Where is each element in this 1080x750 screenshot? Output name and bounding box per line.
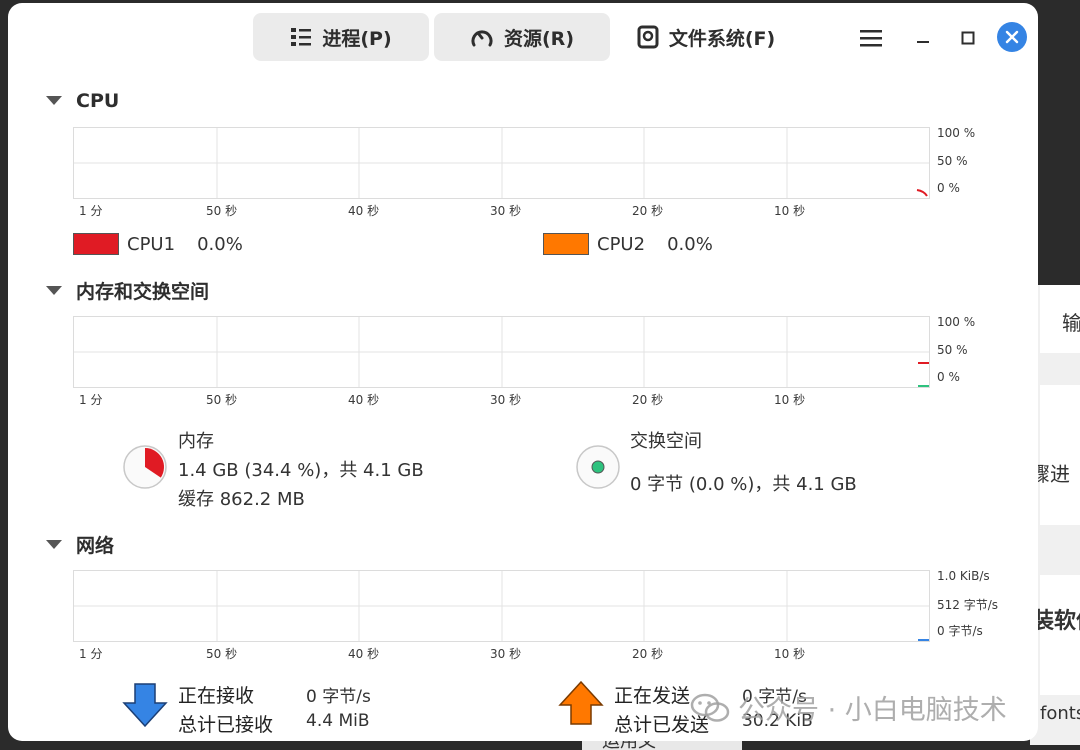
- x-tick: 20 秒: [632, 647, 664, 661]
- x-tick: 10 秒: [774, 204, 806, 218]
- swap-info: 交换空间 0 字节 (0.0 %)，共 4.1 GB: [630, 427, 857, 499]
- cpu-history-graph: [73, 127, 930, 199]
- collapse-arrow-icon: [46, 96, 62, 106]
- section-title: 内存和交换空间: [76, 281, 210, 303]
- tab-label: 进程(P): [322, 27, 392, 50]
- x-tick: 1 分: [79, 393, 103, 407]
- network-section-header[interactable]: 网络: [46, 531, 114, 558]
- swap-title: 交换空间: [630, 431, 702, 452]
- cpu1-color-button[interactable]: [73, 233, 119, 255]
- cpu2-legend: CPU2 0.0%: [543, 233, 713, 255]
- close-icon: [1005, 30, 1019, 44]
- send-color-button[interactable]: [558, 680, 604, 729]
- x-tick: 50 秒: [206, 647, 238, 661]
- receiving-label: 正在接收: [178, 685, 255, 707]
- x-tick: 30 秒: [490, 204, 522, 218]
- y-tick: 50 %: [937, 343, 968, 357]
- y-tick: 0 %: [937, 181, 960, 195]
- memory-usage: 1.4 GB (34.4 %)，共 4.1 GB: [178, 460, 424, 481]
- cpu-graph-svg: [74, 128, 929, 198]
- x-tick: 40 秒: [348, 204, 380, 218]
- legend-name: CPU2: [597, 233, 646, 255]
- memory-graph-svg: [74, 317, 929, 387]
- memory-pie-chart[interactable]: [122, 444, 168, 494]
- memory-history-graph: [73, 316, 930, 388]
- x-tick: 40 秒: [348, 647, 380, 661]
- legend-value: 0.0%: [667, 233, 713, 255]
- memory-title: 内存: [178, 431, 214, 452]
- background-panel: [1040, 575, 1080, 695]
- background-text: fonts: [1040, 703, 1080, 724]
- x-tick: 40 秒: [348, 393, 380, 407]
- y-tick: 512 字节/s: [937, 598, 999, 612]
- x-tick: 1 分: [79, 647, 103, 661]
- receive-color-button[interactable]: [122, 683, 168, 731]
- x-tick: 30 秒: [490, 647, 522, 661]
- x-tick: 50 秒: [206, 204, 238, 218]
- hamburger-menu-icon: [860, 30, 882, 47]
- tab-label: 文件系统(F): [668, 27, 776, 50]
- cpu1-legend: CPU1 0.0%: [73, 233, 243, 255]
- section-title: 网络: [76, 535, 115, 557]
- y-tick: 100 %: [937, 315, 976, 329]
- legend-name: CPU1: [127, 233, 176, 255]
- maximize-icon: [961, 31, 975, 45]
- memory-info: 内存 1.4 GB (34.4 %)，共 4.1 GB 缓存 862.2 MB: [178, 427, 424, 514]
- memory-section-header[interactable]: 内存和交换空间: [46, 277, 209, 304]
- disk-icon: [637, 25, 659, 49]
- swap-indicator-dot: [591, 460, 605, 474]
- network-history-graph: [73, 570, 930, 642]
- collapse-arrow-icon: [46, 285, 62, 296]
- x-tick: 30 秒: [490, 393, 522, 407]
- background-text: 装软件: [1032, 609, 1080, 634]
- menu-button[interactable]: [856, 23, 886, 53]
- receiving-value: 0 字节/s: [306, 687, 371, 707]
- tab-file-systems[interactable]: 文件系统(F): [618, 13, 794, 61]
- download-arrow-icon: [122, 683, 168, 728]
- legend-value: 0.0%: [197, 233, 243, 255]
- watermark-text: 公众号 · 小白电脑技术: [738, 695, 1007, 726]
- x-tick: 10 秒: [774, 647, 806, 661]
- memory-cache: 缓存 862.2 MB: [178, 489, 305, 510]
- cpu1-series-line: [916, 189, 928, 197]
- y-tick: 0 字节/s: [937, 624, 983, 638]
- maximize-button[interactable]: [955, 25, 981, 51]
- y-tick: 50 %: [937, 154, 968, 168]
- minimize-icon: [917, 41, 929, 43]
- header-bar: 进程(P) 资源(R) 文件系统(F): [8, 3, 1038, 71]
- network-graph-svg: [74, 571, 929, 641]
- list-icon: [290, 27, 312, 47]
- x-tick: 50 秒: [206, 393, 238, 407]
- total-received-label: 总计已接收: [178, 714, 274, 736]
- x-tick: 20 秒: [632, 204, 664, 218]
- y-tick: 1.0 KiB/s: [937, 569, 990, 583]
- watermark: 公众号 · 小白电脑技术: [690, 688, 1007, 727]
- system-monitor-window: 进程(P) 资源(R) 文件系统(F) CPU 100 % 50 % 0 % 1…: [8, 3, 1038, 741]
- tab-label: 资源(R): [504, 27, 574, 50]
- y-tick: 0 %: [937, 370, 960, 384]
- swap-usage: 0 字节 (0.0 %)，共 4.1 GB: [630, 474, 857, 495]
- cpu-section-header[interactable]: CPU: [46, 90, 119, 112]
- upload-arrow-icon: [558, 680, 604, 725]
- collapse-arrow-icon: [46, 539, 62, 550]
- background-panel: [1040, 385, 1080, 525]
- gauge-icon: [470, 26, 494, 48]
- tab-resources[interactable]: 资源(R): [434, 13, 610, 61]
- sending-label: 正在发送: [614, 685, 691, 707]
- section-title: CPU: [76, 90, 120, 112]
- x-tick: 10 秒: [774, 393, 806, 407]
- background-text: 输: [1062, 311, 1080, 335]
- total-received-value: 4.4 MiB: [306, 711, 370, 731]
- close-button[interactable]: [997, 22, 1027, 52]
- minimize-button[interactable]: [910, 25, 936, 51]
- cpu2-color-button[interactable]: [543, 233, 589, 255]
- swap-pie-chart[interactable]: [575, 444, 621, 494]
- x-tick: 1 分: [79, 204, 103, 218]
- y-tick: 100 %: [937, 126, 976, 140]
- wechat-icon: [690, 692, 730, 724]
- tab-processes[interactable]: 进程(P): [253, 13, 429, 61]
- x-tick: 20 秒: [632, 393, 664, 407]
